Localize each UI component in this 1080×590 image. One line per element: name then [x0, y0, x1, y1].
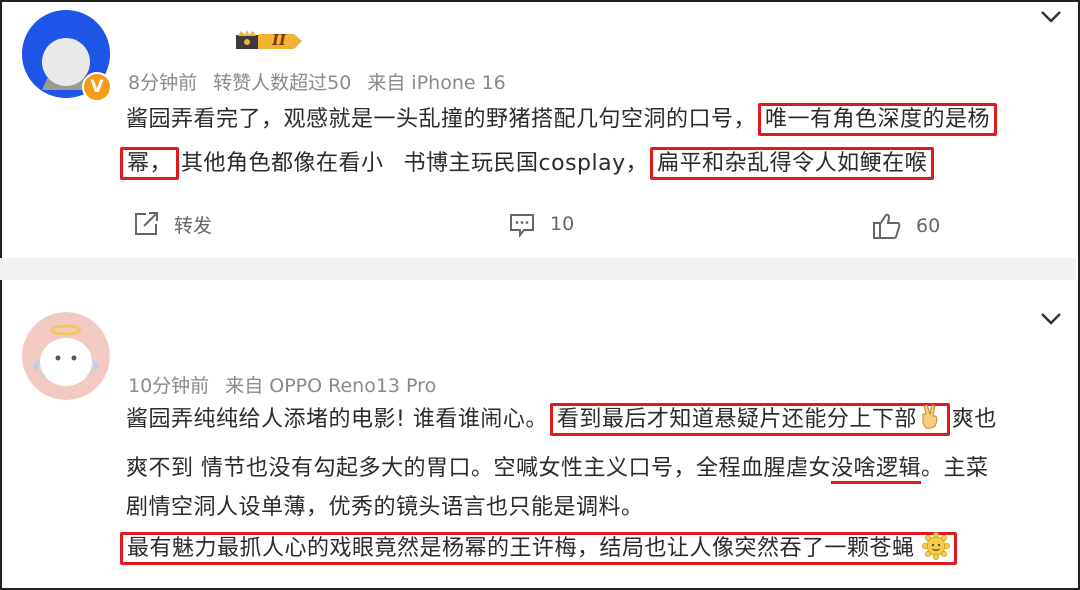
- text-segment: 剧情空洞人设单薄，优秀的镜头语言也只能是调料。: [126, 495, 644, 520]
- repost-note: 转赞人数超过50: [213, 72, 352, 94]
- device-source: 来自 OPPO Reno13 Pro: [225, 375, 437, 397]
- comment-text-line: 爽不到 情节也没有勾起多大的胃口。空喊女性主义口号，全程血腥虐女没啥逻辑。主菜: [126, 450, 989, 484]
- comment-button[interactable]: 10: [508, 210, 574, 238]
- comment-card-1: V II 8分钟前 转赞人数超过50 来自 iPhone 16 酱园弄看完了，观…: [0, 0, 1076, 258]
- like-button[interactable]: 60: [872, 212, 940, 240]
- highlighted-text-content: 看到最后才知道悬疑片还能分上下部: [556, 407, 917, 432]
- comment-text-line: 幂， 其他角色都像在看小 书博主玩民国cosplay， 扁平和杂乱得令人如鲠在喉: [118, 145, 936, 180]
- highlighted-text: 扁平和杂乱得令人如鲠在喉: [650, 147, 935, 180]
- text-segment: 酱园弄纯纯给人添堵的电影! 谁看谁闹心。: [126, 407, 548, 432]
- comment-text-line: 酱园弄看完了，观感就是一头乱撞的野猪搭配几句空洞的口号， 唯一有角色深度的是杨: [126, 101, 999, 136]
- repost-button[interactable]: 转发: [132, 210, 212, 238]
- like-icon: [873, 213, 901, 239]
- comment-card-2: 10分钟前 来自 OPPO Reno13 Pro 酱园弄纯纯给人添堵的电影! 谁…: [0, 280, 1076, 586]
- verified-badge: V: [82, 72, 112, 102]
- highlighted-text: 看到最后才知道悬疑片还能分上下部: [549, 403, 950, 436]
- victory-hand-icon: [917, 404, 943, 436]
- text-segment: 书博主玩民国cosplay，: [403, 151, 649, 176]
- crown-icon: [236, 30, 302, 49]
- comment-text-line: 最有魅力最抓人心的戏眼竟然是杨幂的王许梅，结局也让人像突然吞了一颗苍蝇: [118, 530, 959, 566]
- like-count: 60: [916, 215, 941, 237]
- timestamp: 10分钟前: [128, 375, 210, 397]
- underlined-text: 没啥逻辑: [831, 456, 922, 484]
- comment-icon: [510, 214, 534, 238]
- comment-meta: 10分钟前 来自 OPPO Reno13 Pro: [128, 371, 436, 398]
- highlighted-text: 幂，: [120, 147, 180, 180]
- smiley-icon: [922, 532, 951, 566]
- highlighted-text-content: 最有魅力最抓人心的戏眼竟然是杨幂的王许梅，结局也让人像突然吞了一颗苍蝇: [127, 536, 915, 561]
- text-segment: 爽不到 情节也没有勾起多大的胃口。空喊女性主义口号，全程血腥虐女: [126, 456, 831, 481]
- repost-label: 转发: [174, 214, 213, 237]
- level-badge: II: [236, 30, 304, 52]
- comment-divider: [0, 258, 1076, 280]
- text-segment: 爽也: [951, 407, 997, 432]
- highlighted-text: 唯一有角色深度的是杨: [758, 103, 998, 136]
- comment-meta: 8分钟前 转赞人数超过50 来自 iPhone 16: [128, 68, 506, 95]
- comment-text-line: 酱园弄纯纯给人添堵的电影! 谁看谁闹心。 看到最后才知道悬疑片还能分上下部 爽也: [126, 401, 997, 436]
- text-segment: 其他角色都像在看小: [181, 151, 384, 176]
- repost-icon: [135, 212, 158, 235]
- chevron-down-icon[interactable]: [1040, 312, 1062, 326]
- avatar[interactable]: [22, 312, 110, 400]
- comment-count: 10: [550, 213, 575, 235]
- device-source: 来自 iPhone 16: [367, 72, 506, 94]
- highlighted-text: 最有魅力最抓人心的戏眼竟然是杨幂的王许梅，结局也让人像突然吞了一颗苍蝇: [120, 532, 958, 566]
- comment-text-line: 剧情空洞人设单薄，优秀的镜头语言也只能是调料。: [126, 489, 644, 521]
- text-segment: 。主菜: [921, 456, 989, 481]
- timestamp: 8分钟前: [128, 72, 198, 94]
- level-numeral: II: [272, 31, 287, 49]
- chevron-down-icon[interactable]: [1040, 10, 1062, 24]
- text-segment: 酱园弄看完了，观感就是一头乱撞的野猪搭配几句空洞的口号，: [126, 107, 757, 132]
